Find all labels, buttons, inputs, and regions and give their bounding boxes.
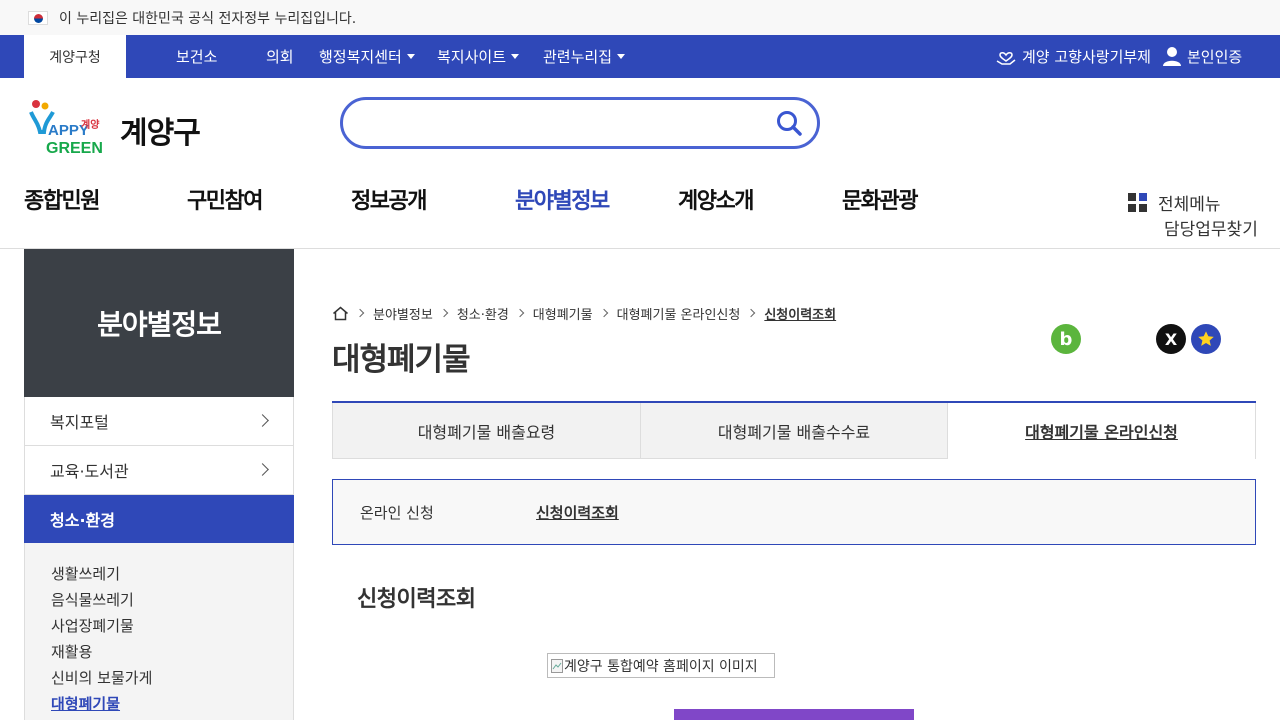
gnb-item-about[interactable]: 계양소개	[678, 183, 754, 215]
breadcrumb-item[interactable]: 분야별정보	[373, 304, 433, 323]
all-menu-button[interactable]: 전체메뉴	[1128, 190, 1221, 215]
sidebar-item-label: 복지포털	[50, 413, 109, 432]
logo-text: 계양구	[120, 116, 201, 151]
identity-verification-link[interactable]: 본인인증	[1162, 35, 1242, 78]
chevron-right-icon	[439, 308, 449, 318]
gov-banner: 이 누리집은 대한민국 공식 전자정부 누리집입니다.	[0, 0, 1280, 35]
breadcrumb-item[interactable]: 대형폐기물 온라인신청	[617, 304, 741, 323]
reservation-image-alt: 계양구 통합예약 홈페이지 이미지	[564, 658, 758, 675]
top-nav-label: 복지사이트	[437, 48, 507, 66]
gnb-item-civil-service[interactable]: 종합민원	[24, 183, 100, 215]
search-icon	[777, 110, 802, 136]
task-find-link[interactable]: 담당업무찾기	[1164, 215, 1258, 240]
tab-bulky-waste-online[interactable]: 대형폐기물 온라인신청	[947, 403, 1256, 459]
top-nav-item-related-sites[interactable]: 관련누리집	[543, 35, 626, 78]
blog-share-label: b	[1059, 328, 1073, 350]
blog-share-icon[interactable]: b	[1051, 324, 1081, 354]
home-icon[interactable]	[332, 306, 349, 321]
breadcrumb-current[interactable]: 신청이력조회	[764, 304, 836, 323]
sub-tab-online-apply[interactable]: 온라인 신청	[360, 502, 434, 523]
submenu-item-bulky-waste[interactable]: 대형폐기물	[51, 693, 293, 719]
logo-sub-text: 계양	[81, 120, 100, 131]
user-icon	[1163, 47, 1181, 66]
all-menu-label: 전체메뉴	[1158, 195, 1221, 215]
gov-banner-text: 이 누리집은 대한민국 공식 전자정부 누리집입니다.	[59, 10, 357, 27]
sidebar-item-label: 교육·도서관	[50, 462, 129, 481]
reservation-image: 계양구 통합예약 홈페이지 이미지	[547, 653, 775, 678]
sub-tab-history[interactable]: 신청이력조회	[536, 502, 619, 523]
sub-tabs: 온라인 신청 신청이력조회	[332, 479, 1256, 545]
breadcrumb-item[interactable]: 청소·환경	[457, 304, 509, 323]
chevron-right-icon	[747, 308, 756, 318]
tab-bulky-waste-guide[interactable]: 대형폐기물 배출요령	[332, 403, 641, 459]
caret-down-icon	[406, 54, 415, 59]
korea-flag-icon	[28, 10, 48, 25]
submenu-item-recycling[interactable]: 재활용	[51, 641, 293, 667]
breadcrumb-item[interactable]: 대형폐기물	[533, 304, 593, 323]
search-button[interactable]	[773, 108, 805, 140]
chevron-right-icon	[515, 308, 525, 318]
top-nav-label: 행정복지센터	[319, 48, 402, 66]
x-share-icon[interactable]: X	[1156, 324, 1186, 354]
hometown-donation-label: 계양 고향사랑기부제	[1022, 48, 1151, 66]
submenu-item-treasure-shop[interactable]: 신비의 보물가게	[51, 667, 293, 693]
gnb-item-field-info[interactable]: 분야별정보	[515, 183, 610, 215]
top-nav-item-council[interactable]: 의회	[266, 35, 294, 78]
gnb-item-information[interactable]: 정보공개	[351, 183, 427, 215]
sidebar-item-education-library[interactable]: 교육·도서관	[24, 446, 294, 495]
star-icon	[1198, 331, 1214, 346]
caret-down-icon	[617, 54, 626, 59]
chevron-right-icon	[256, 414, 269, 427]
happy-green-logo-icon: APPY GREEN	[29, 100, 103, 156]
chevron-right-icon	[355, 308, 365, 318]
svg-text:GREEN: GREEN	[46, 140, 103, 156]
chevron-right-icon	[599, 308, 608, 318]
top-nav-item-admin-centers[interactable]: 행정복지센터	[319, 35, 415, 78]
top-nav-label: 관련누리집	[543, 48, 613, 66]
reservation-link-button[interactable]: 계양구 통합예약 바로가기	[674, 709, 914, 720]
gnb-item-culture-tour[interactable]: 문화관광	[842, 183, 918, 215]
page-title: 대형폐기물	[332, 342, 471, 378]
section-title: 신청이력조회	[357, 587, 476, 612]
sidebar-item-cleaning-environment[interactable]: 청소·환경	[24, 495, 294, 544]
gnb-item-participation[interactable]: 구민참여	[187, 183, 263, 215]
favorite-star-icon[interactable]	[1191, 324, 1221, 354]
grid-menu-icon	[1128, 193, 1147, 212]
tab-bulky-waste-fee[interactable]: 대형폐기물 배출수수료	[640, 403, 948, 459]
top-nav-item-welfare-sites[interactable]: 복지사이트	[437, 35, 520, 78]
search-input[interactable]	[361, 110, 761, 136]
chevron-right-icon	[256, 463, 269, 476]
search-box	[340, 97, 820, 149]
content-tabs: 대형폐기물 배출요령 대형폐기물 배출수수료 대형폐기물 온라인신청	[332, 401, 1256, 459]
submenu-item-food-waste[interactable]: 음식물쓰레기	[51, 589, 293, 615]
sidebar-submenu: 생활쓰레기 음식물쓰레기 사업장폐기물 재활용 신비의 보물가게 대형폐기물	[24, 543, 294, 720]
breadcrumb: 분야별정보 청소·환경 대형폐기물 대형폐기물 온라인신청 신청이력조회	[332, 304, 836, 323]
hometown-donation-link[interactable]: 계양 고향사랑기부제	[996, 35, 1151, 78]
top-nav-item-health-center[interactable]: 보건소	[176, 35, 217, 78]
submenu-item-business-waste[interactable]: 사업장폐기물	[51, 615, 293, 641]
sidebar-item-label: 청소·환경	[50, 511, 115, 530]
site-logo[interactable]: APPY GREEN 계양 계양구	[28, 98, 203, 156]
identity-verification-label: 본인인증	[1187, 48, 1243, 66]
top-nav-item-gyeyang-office[interactable]: 계양구청	[24, 35, 126, 78]
sidebar-item-welfare-portal[interactable]: 복지포털	[24, 397, 294, 446]
sidebar-title: 분야별정보	[24, 249, 294, 397]
broken-image-icon	[551, 658, 563, 673]
top-nav: 계양구청 보건소 의회 행정복지센터 복지사이트 관련누리집 계양 고향사랑기부…	[0, 35, 1280, 78]
heart-hand-icon	[996, 52, 1016, 65]
caret-down-icon	[511, 54, 520, 59]
x-share-label: X	[1164, 329, 1178, 349]
submenu-item-household-waste[interactable]: 생활쓰레기	[51, 563, 293, 589]
